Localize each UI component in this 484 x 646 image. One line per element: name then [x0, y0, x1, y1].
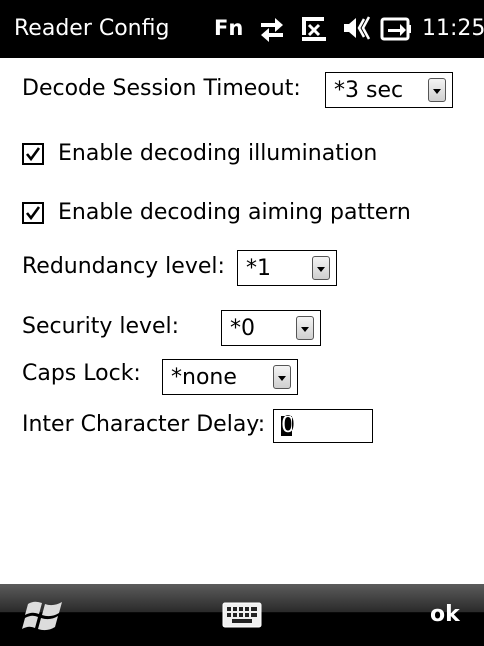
signal-icon[interactable] — [297, 11, 331, 45]
redundancy-dropdown[interactable]: *1 — [237, 250, 337, 286]
chevron-down-icon[interactable] — [296, 316, 314, 340]
checkmark-icon — [25, 206, 41, 221]
ok-button[interactable]: OK — [430, 600, 460, 630]
security-dropdown[interactable]: *0 — [221, 310, 321, 346]
caps-lock-label: Caps Lock: — [22, 361, 141, 386]
decode-timeout-label: Decode Session Timeout: — [22, 76, 301, 101]
chevron-down-icon[interactable] — [273, 365, 291, 389]
speaker-icon[interactable] — [338, 11, 372, 45]
battery-charging-icon[interactable] — [378, 11, 412, 45]
security-value: *0 — [230, 316, 255, 341]
decode-timeout-dropdown[interactable]: *3 sec — [325, 72, 453, 108]
chevron-down-icon[interactable] — [428, 78, 446, 102]
illumination-label[interactable]: Enable decoding illumination — [58, 139, 377, 169]
app-title: Reader Config — [14, 16, 170, 41]
status-bar: Reader Config Fn 11:25 — [0, 0, 484, 58]
reader-config-screen: Reader Config Fn 11:25 Decode Session Ti… — [0, 0, 484, 646]
chevron-down-icon[interactable] — [312, 256, 330, 280]
aiming-pattern-label[interactable]: Enable decoding aiming pattern — [58, 198, 411, 228]
menu-bar: OK — [0, 584, 484, 646]
caps-lock-dropdown[interactable]: *none — [162, 359, 298, 395]
aiming-pattern-checkbox[interactable] — [22, 202, 44, 224]
caps-lock-value: *none — [171, 365, 237, 390]
redundancy-label: Redundancy level: — [22, 254, 225, 279]
illumination-checkbox[interactable] — [22, 143, 44, 165]
inter-char-delay-input[interactable]: 0 — [273, 409, 373, 443]
checkmark-icon — [25, 147, 41, 162]
inter-char-delay-label: Inter Character Delay: — [22, 412, 266, 437]
decode-timeout-value: *3 sec — [334, 78, 404, 103]
redundancy-value: *1 — [246, 256, 271, 281]
data-connection-icon[interactable] — [255, 11, 289, 45]
fn-indicator: Fn — [214, 16, 244, 40]
windows-flag-icon[interactable] — [22, 596, 68, 634]
clock: 11:25 — [422, 16, 484, 41]
security-label: Security level: — [22, 314, 180, 339]
inter-char-delay-value: 0 — [281, 413, 295, 438]
keyboard-icon[interactable] — [222, 602, 262, 628]
